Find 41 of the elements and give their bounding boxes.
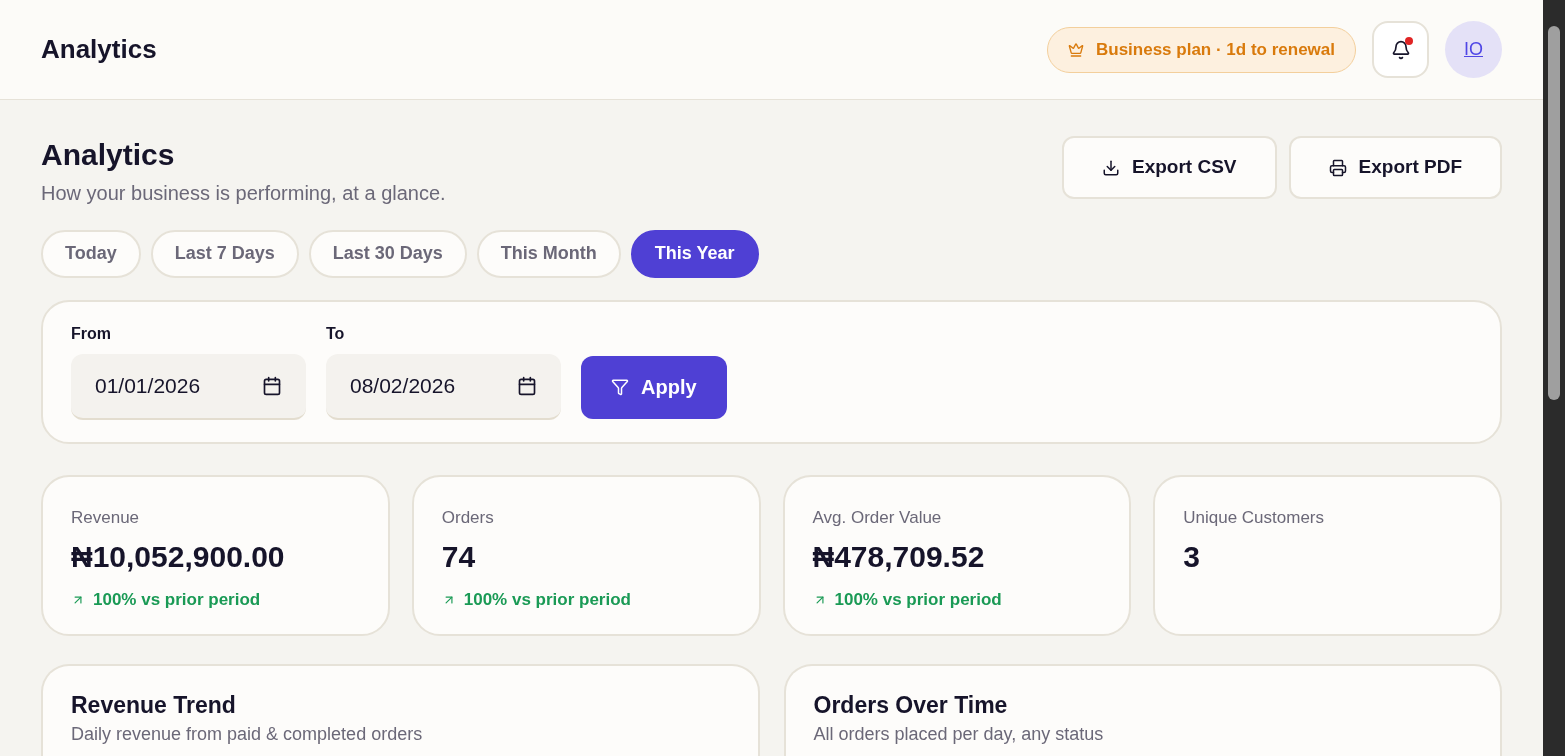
date-label: To: [326, 323, 346, 344]
range-tab[interactable]: Last 7 Days: [150, 229, 299, 278]
avatar[interactable]: IO: [1445, 21, 1502, 78]
export-button[interactable]: Export CSV: [1062, 136, 1277, 199]
scrollbar-thumb[interactable]: [1548, 26, 1560, 400]
metric-delta: 100% vs prior period: [463, 589, 631, 611]
metric-delta: 100% vs prior period: [834, 589, 1002, 611]
metric-delta: 100% vs prior period: [93, 589, 261, 611]
chart-subtitle: All orders placed per day, any status: [813, 723, 1105, 746]
printer-icon: [1328, 158, 1347, 177]
metric-label: Unique Customers: [1183, 506, 1326, 529]
metric-value: ₦10,052,900.00: [71, 539, 286, 575]
header-title: Analytics: [41, 33, 158, 66]
metric-value: 74: [441, 539, 477, 575]
metric-label: Orders: [441, 506, 495, 529]
date-label: From: [71, 323, 112, 344]
metric-value: ₦478,709.52: [812, 539, 986, 575]
crown-icon: [1068, 41, 1084, 58]
calendar-icon: [517, 375, 537, 396]
chart-title: Revenue Trend: [71, 690, 237, 720]
notifications-button[interactable]: [1372, 21, 1429, 78]
apply-button[interactable]: Apply: [581, 355, 727, 419]
range-tab[interactable]: Today: [41, 229, 141, 278]
metric-label: Revenue: [71, 506, 141, 529]
download-icon: [1102, 158, 1120, 177]
page-subtitle: How your business is performing, at a glance.: [41, 180, 447, 206]
range-tab[interactable]: This Year: [630, 229, 759, 278]
chart-title: Orders Over Time: [813, 690, 1009, 720]
export-button[interactable]: Export PDF: [1288, 136, 1502, 199]
date-field[interactable]: 08/02/2026: [326, 353, 561, 420]
date-field[interactable]: 01/01/2026: [71, 353, 306, 420]
metric-label: Avg. Order Value: [812, 506, 943, 529]
chart-subtitle: Daily revenue from paid & completed orders: [71, 723, 424, 746]
plan-text: Business plan · 1d to renewal: [1096, 38, 1335, 61]
range-tab[interactable]: Last 30 Days: [308, 229, 467, 278]
range-tab[interactable]: This Month: [476, 229, 621, 278]
page-title: Analytics: [41, 137, 176, 173]
bell-icon: [1390, 39, 1411, 60]
calendar-icon: [262, 375, 282, 396]
metric-value: 3: [1183, 539, 1201, 575]
filter-icon: [611, 378, 629, 396]
